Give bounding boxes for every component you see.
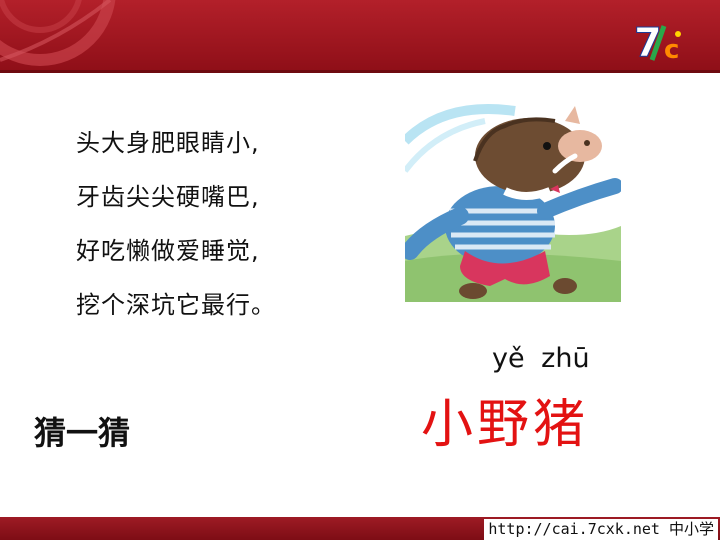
wild-boar-icon	[401, 101, 623, 302]
header-swoosh-decoration	[0, 0, 116, 66]
answer-text: 小野猪	[421, 395, 590, 455]
riddle-line-3: 好吃懒做爱睡觉,	[76, 237, 260, 265]
footer-url-link[interactable]: http://cai.7cxk.net 中小学	[484, 519, 718, 540]
riddle-line-4: 挖个深坑它最行。	[76, 291, 276, 319]
header-band	[0, 0, 720, 70]
logo-icon: 7 c	[634, 20, 681, 67]
svg-text:c: c	[664, 35, 679, 62]
answer-pinyin: yě zhū	[492, 343, 590, 374]
riddle-text: 头大身肥眼睛小, 牙齿尖尖硬嘴巴, 好吃懒做爱睡觉, 挖个深坑它最行。	[76, 116, 396, 332]
riddle-line-1: 头大身肥眼睛小,	[76, 129, 260, 157]
header-strip	[0, 70, 720, 73]
guess-prompt: 猜一猜	[34, 414, 131, 452]
site-logo[interactable]: 7 c	[634, 20, 686, 67]
riddle-line-2: 牙齿尖尖硬嘴巴,	[76, 183, 260, 211]
wild-boar-illustration	[401, 101, 623, 302]
